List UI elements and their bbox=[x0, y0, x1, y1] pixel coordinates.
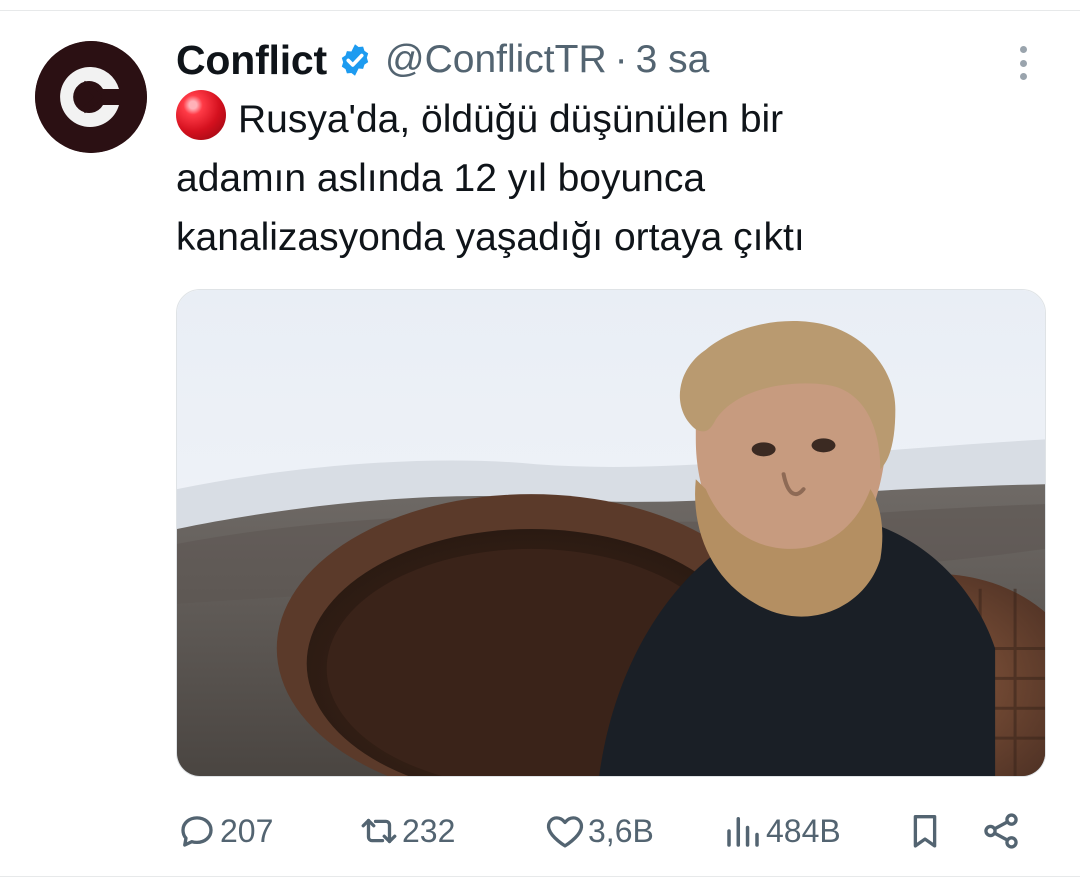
views-button[interactable]: 484B bbox=[722, 805, 841, 857]
author-name[interactable]: Conflict bbox=[176, 37, 327, 84]
views-icon bbox=[727, 817, 759, 847]
repost-icon bbox=[361, 818, 397, 844]
bottom-divider bbox=[0, 876, 1080, 877]
tweet-text: Rusya'da, öldüğü düşünülen bir adamın as… bbox=[176, 90, 1036, 267]
share-icon bbox=[984, 813, 1018, 849]
like-button[interactable]: 3,6B bbox=[544, 805, 654, 857]
more-vertical-icon[interactable] bbox=[1008, 42, 1038, 84]
tweet-header: Conflict @ConflictTR · 3 sa bbox=[176, 34, 709, 86]
heart-icon bbox=[546, 816, 584, 848]
photo-illustration bbox=[177, 290, 1045, 776]
views-count: 484B bbox=[766, 812, 841, 849]
text-line: Rusya'da, öldüğü düşünülen bir bbox=[238, 98, 784, 141]
like-count: 3,6B bbox=[588, 812, 654, 849]
tweet-timestamp[interactable]: 3 sa bbox=[636, 38, 710, 82]
repost-button[interactable]: 232 bbox=[358, 805, 455, 857]
reply-icon bbox=[181, 816, 213, 847]
tweet-text-line-2: adamın aslında 12 yıl boyunca bbox=[176, 157, 706, 200]
reply-count: 207 bbox=[220, 812, 274, 849]
tweet-text-line-1: Rusya'da, öldüğü düşünülen bir bbox=[176, 90, 1036, 149]
avatar[interactable] bbox=[35, 41, 147, 153]
tweet-actions: 207 232 3,6B 484B bbox=[176, 805, 1036, 857]
red-circle-emoji bbox=[176, 90, 226, 140]
tweet-text-line-3: kanalizasyonda yaşadığı ortaya çıktı bbox=[176, 216, 805, 259]
conflict-logo-icon bbox=[35, 41, 147, 153]
header-separator: · bbox=[614, 38, 628, 81]
verified-badge-icon bbox=[341, 44, 369, 76]
author-handle[interactable]: @ConflictTR bbox=[385, 38, 607, 82]
bookmark-button[interactable] bbox=[904, 805, 946, 857]
repost-count: 232 bbox=[402, 812, 456, 849]
share-button[interactable] bbox=[980, 805, 1022, 857]
top-divider bbox=[0, 0, 1080, 11]
reply-button[interactable]: 207 bbox=[176, 805, 273, 857]
tweet-photo[interactable] bbox=[176, 289, 1046, 777]
bookmark-icon bbox=[913, 814, 937, 848]
